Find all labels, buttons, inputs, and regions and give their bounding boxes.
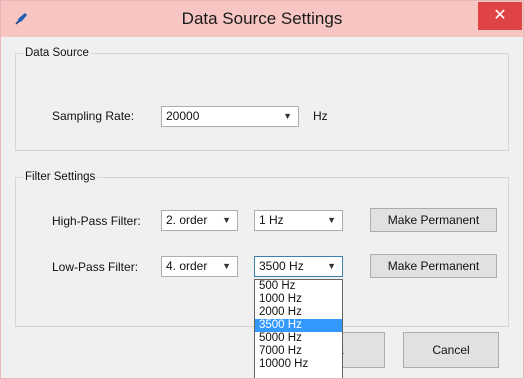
dropdown-option[interactable]: 7000 Hz — [255, 345, 342, 358]
dialog-window: Data Source Settings ✕ Data Source Sampl… — [0, 0, 524, 379]
close-button[interactable]: ✕ — [478, 2, 522, 30]
data-source-group: Data Source — [15, 47, 509, 151]
sampling-rate-select[interactable]: 20000 ▼ — [161, 106, 299, 127]
sampling-rate-label: Sampling Rate: — [52, 109, 135, 123]
title-bar[interactable]: Data Source Settings ✕ — [1, 1, 523, 37]
low-pass-order-value: 4. order — [166, 259, 208, 273]
chevron-down-icon: ▼ — [222, 261, 231, 271]
window-title: Data Source Settings — [181, 9, 343, 28]
chevron-down-icon: ▼ — [222, 215, 231, 225]
low-pass-make-permanent-button[interactable]: Make Permanent — [370, 254, 497, 278]
high-pass-freq-value: 1 Hz — [259, 213, 284, 227]
high-pass-order-value: 2. order — [166, 213, 208, 227]
frequency-dropdown-list[interactable]: 500 Hz 1000 Hz 2000 Hz 3500 Hz 5000 Hz 7… — [254, 279, 343, 378]
high-pass-freq-select[interactable]: 1 Hz ▼ — [254, 210, 343, 231]
filter-settings-legend: Filter Settings — [25, 171, 96, 183]
high-pass-order-select[interactable]: 2. order ▼ — [161, 210, 238, 231]
high-pass-make-permanent-button[interactable]: Make Permanent — [370, 208, 497, 232]
sampling-rate-value: 20000 — [166, 109, 200, 123]
chevron-down-icon: ▼ — [327, 215, 336, 225]
low-pass-order-select[interactable]: 4. order ▼ — [161, 256, 238, 277]
low-pass-freq-value: 3500 Hz — [259, 259, 304, 273]
dropdown-option[interactable]: 2000 Hz — [255, 306, 342, 319]
dropdown-option[interactable]: 5000 Hz — [255, 332, 342, 345]
data-source-legend: Data Source — [25, 47, 89, 59]
low-pass-freq-select[interactable]: 3500 Hz ▼ — [254, 256, 343, 277]
dropdown-option[interactable]: 1000 Hz — [255, 293, 342, 306]
dropdown-option[interactable]: 500 Hz — [255, 280, 342, 293]
chevron-down-icon: ▼ — [327, 261, 336, 271]
low-pass-label: Low-Pass Filter: — [52, 260, 139, 274]
sampling-rate-unit: Hz — [313, 109, 328, 123]
high-pass-label: High-Pass Filter: — [52, 214, 141, 228]
cancel-button[interactable]: Cancel — [403, 332, 499, 368]
chevron-down-icon: ▼ — [283, 111, 292, 121]
dropdown-option[interactable]: 10000 Hz — [255, 358, 342, 371]
dropdown-option-selected[interactable]: 3500 Hz — [255, 319, 342, 332]
